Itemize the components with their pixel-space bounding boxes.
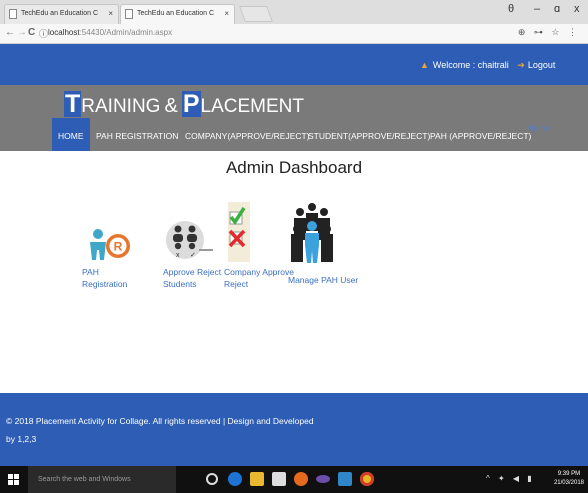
tile-company-approve-reject[interactable]: Company Approve Reject bbox=[224, 198, 294, 290]
tile-label: Approve Reject bbox=[163, 267, 222, 277]
back-icon[interactable]: ← bbox=[5, 27, 15, 38]
page-title: Admin Dashboard bbox=[225, 158, 363, 177]
browser-tab[interactable]: TechEdu an Education C × bbox=[4, 4, 119, 24]
edge-browser-icon[interactable] bbox=[228, 472, 242, 486]
svg-text:R: R bbox=[114, 240, 123, 254]
url-host: localhost bbox=[48, 28, 80, 37]
group-users-icon bbox=[288, 198, 348, 266]
tab-close-icon[interactable]: × bbox=[224, 5, 229, 23]
svg-text:✓: ✓ bbox=[190, 252, 196, 259]
students-approve-icon: x ✓ bbox=[163, 198, 215, 266]
tile-label: Students bbox=[163, 279, 197, 289]
reload-icon[interactable]: C bbox=[28, 27, 35, 38]
tile-label: Reject bbox=[224, 279, 249, 289]
menu-home[interactable]: HOME bbox=[52, 118, 90, 151]
taskbar-clock[interactable]: 9:39 PM 21/03/2018 bbox=[554, 470, 584, 488]
file-explorer-icon[interactable] bbox=[250, 472, 264, 486]
tile-label: Company Approve bbox=[224, 267, 294, 277]
browser-tab-bar: TechEdu an Education C × TechEdu an Educ… bbox=[0, 0, 588, 24]
app-icon[interactable] bbox=[338, 472, 352, 486]
task-view-icon[interactable] bbox=[206, 473, 218, 485]
tile-label: PAH bbox=[82, 267, 99, 277]
footer-text: © 2018 Placement Activity for Collage. A… bbox=[6, 416, 314, 426]
user-welcome: ▲ Welcome : chaitrali ➔ Logout bbox=[420, 60, 555, 71]
system-tray-icons[interactable]: ^ ✦ ◀ ▮ bbox=[486, 474, 535, 483]
profile-icon[interactable]: θ bbox=[508, 3, 514, 15]
svg-text:x: x bbox=[176, 252, 180, 259]
home-link[interactable]: Home bbox=[528, 124, 549, 133]
menu-pah-approve-reject[interactable]: PAH (APPROVE/REJECT) bbox=[424, 118, 537, 151]
tab-close-icon[interactable]: × bbox=[108, 5, 113, 23]
forward-icon[interactable]: → bbox=[17, 27, 27, 38]
minimize-button[interactable]: – bbox=[534, 3, 540, 15]
info-icon[interactable]: ⓘ bbox=[39, 27, 48, 40]
store-icon[interactable] bbox=[272, 472, 286, 486]
tile-label: Registration bbox=[82, 279, 128, 289]
logout-link[interactable]: Logout bbox=[528, 60, 556, 70]
menu-pah-registration[interactable]: PAH REGISTRATION bbox=[90, 118, 184, 151]
maximize-button[interactable]: ɑ bbox=[554, 3, 560, 15]
welcome-text: Welcome : chaitrali bbox=[432, 60, 509, 70]
tab-title: TechEdu an Education C bbox=[21, 10, 99, 17]
logo-word-raining: RAINING bbox=[81, 96, 161, 117]
tab-title: TechEdu an Education C bbox=[137, 10, 215, 17]
site-top-bar: ▲ Welcome : chaitrali ➔ Logout bbox=[0, 44, 588, 85]
url-path: :54430/Admin/admin.aspx bbox=[79, 28, 173, 37]
browser-tab-active[interactable]: TechEdu an Education C × bbox=[120, 4, 235, 24]
address-bar: ← → C ⓘ localhost:54430/Admin/admin.aspx… bbox=[0, 24, 588, 44]
clock-time: 9:39 PM bbox=[557, 471, 581, 477]
registered-user-icon: R bbox=[82, 198, 134, 266]
menu-student-approve-reject[interactable]: STUDENT(APPROVE/REJECT) bbox=[302, 118, 436, 151]
windows-start-icon[interactable] bbox=[8, 474, 19, 485]
user-icon: ▲ bbox=[420, 60, 429, 70]
menu-company-approve-reject[interactable]: COMPANY(APPROVE/REJECT) bbox=[179, 118, 316, 151]
logo-ampersand: & bbox=[164, 95, 178, 117]
footer-text: by 1,2,3 bbox=[6, 434, 37, 444]
taskbar-search-input[interactable]: Search the web and Windows bbox=[28, 466, 176, 493]
address-actions-icons[interactable]: ⊕ ⊶ ☆ ⋮ bbox=[518, 27, 580, 38]
logout-icon: ➔ bbox=[517, 60, 525, 70]
page-icon bbox=[9, 9, 17, 19]
clock-date: 21/03/2018 bbox=[553, 480, 584, 486]
tile-approve-reject-students[interactable]: x ✓ Approve Reject Students bbox=[163, 198, 221, 290]
close-window-button[interactable]: x bbox=[574, 3, 580, 15]
tile-label: Manage PAH User bbox=[288, 275, 359, 285]
firefox-icon[interactable] bbox=[294, 472, 308, 486]
new-tab-button[interactable] bbox=[239, 6, 273, 22]
visual-studio-icon[interactable] bbox=[316, 475, 330, 483]
tile-manage-pah-user[interactable]: Manage PAH User bbox=[288, 198, 358, 286]
page-icon bbox=[125, 9, 133, 19]
url-field[interactable]: localhost:54430/Admin/admin.aspx bbox=[48, 28, 172, 37]
logo-word-lacement: LACEMENT bbox=[200, 96, 304, 117]
tile-pah-registration[interactable]: R PAH Registration bbox=[82, 198, 134, 290]
logo-letter-p: P bbox=[181, 90, 201, 118]
site-footer: © 2018 Placement Activity for Collage. A… bbox=[0, 393, 588, 466]
logo-letter-t: T bbox=[64, 90, 82, 118]
check-cross-icon bbox=[224, 198, 276, 266]
windows-taskbar: Search the web and Windows ^ ✦ ◀ ▮ 9:39 … bbox=[0, 466, 588, 493]
site-logo[interactable]: TRAINING & PLACEMENT bbox=[64, 91, 304, 118]
chrome-icon[interactable] bbox=[360, 472, 374, 486]
